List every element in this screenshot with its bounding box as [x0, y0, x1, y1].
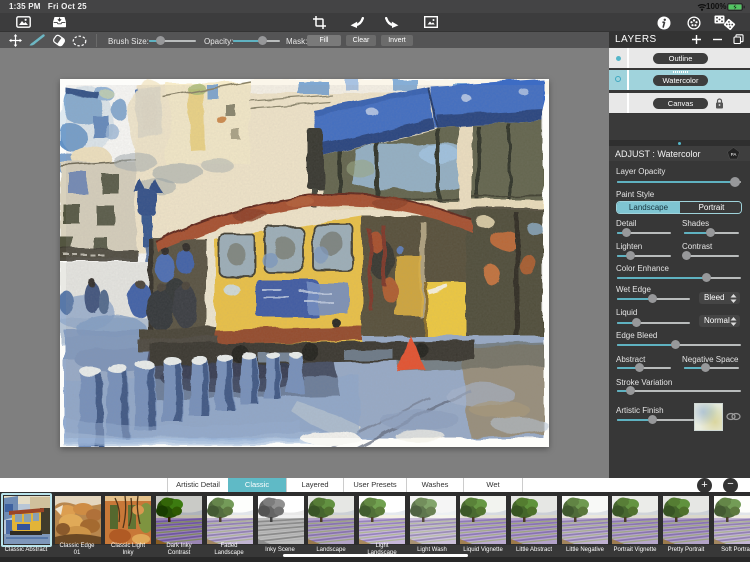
svg-text:PA: PA	[731, 152, 737, 157]
